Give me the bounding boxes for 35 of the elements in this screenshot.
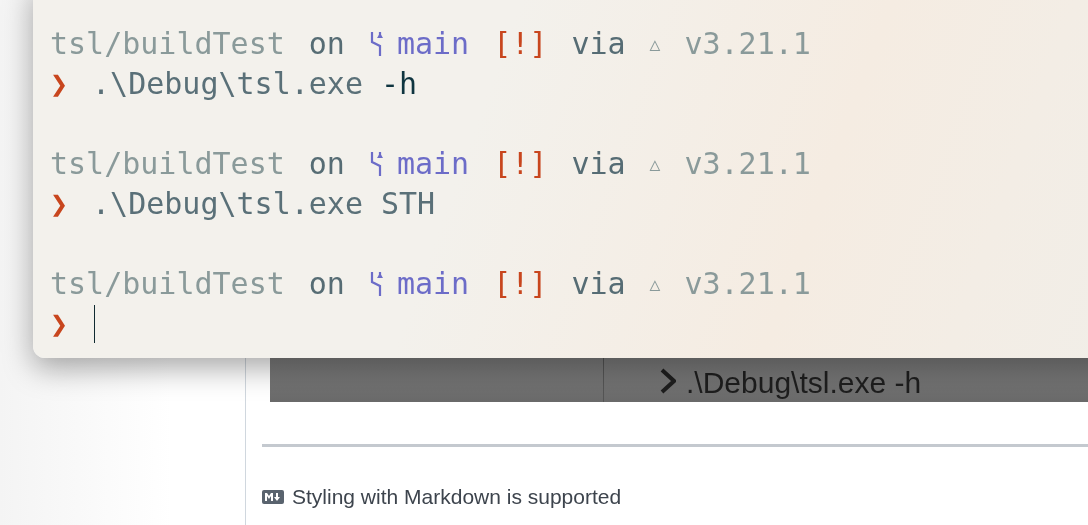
version-text: v3.21.1	[684, 25, 811, 63]
prompt-word: on	[308, 145, 345, 183]
branch-name: main	[396, 265, 470, 303]
version-text: v3.21.1	[684, 265, 811, 303]
prompt-word: via	[571, 265, 626, 303]
branch-name: main	[396, 25, 470, 63]
command-argument: -h	[381, 65, 418, 103]
prompt-word: via	[571, 145, 626, 183]
git-status: [!]	[493, 145, 548, 183]
prompt-symbol: ❯	[50, 305, 69, 343]
command-argument: STH	[381, 185, 436, 223]
markdown-hint: Styling with Markdown is supported	[292, 485, 622, 509]
markdown-icon	[262, 490, 284, 504]
cmake-symbol: △	[649, 32, 661, 56]
prompt-symbol: ❯	[50, 65, 69, 103]
git-branch-icon	[368, 151, 383, 177]
git-status: [!]	[493, 265, 548, 303]
git-branch-icon	[368, 271, 383, 297]
directory-path: tsl/buildTest	[50, 25, 285, 63]
command-text: .\Debug\tsl.exe -h	[686, 365, 922, 401]
command-text: .\Debug\tsl.exe	[92, 65, 363, 103]
version-text: v3.21.1	[684, 145, 811, 183]
prompt-symbol: ❯	[50, 185, 69, 223]
prompt-word: on	[308, 25, 345, 63]
directory-path: tsl/buildTest	[50, 265, 285, 303]
cmake-symbol: △	[649, 152, 661, 176]
directory-path: tsl/buildTest	[50, 145, 285, 183]
prompt-word: on	[308, 265, 345, 303]
cmake-symbol: △	[649, 272, 661, 296]
prompt-word: via	[571, 25, 626, 63]
git-branch-icon	[368, 31, 383, 57]
branch-name: main	[396, 145, 470, 183]
command-text: .\Debug\tsl.exe	[92, 185, 363, 223]
chevron-icon	[660, 368, 676, 394]
git-status: [!]	[493, 25, 548, 63]
